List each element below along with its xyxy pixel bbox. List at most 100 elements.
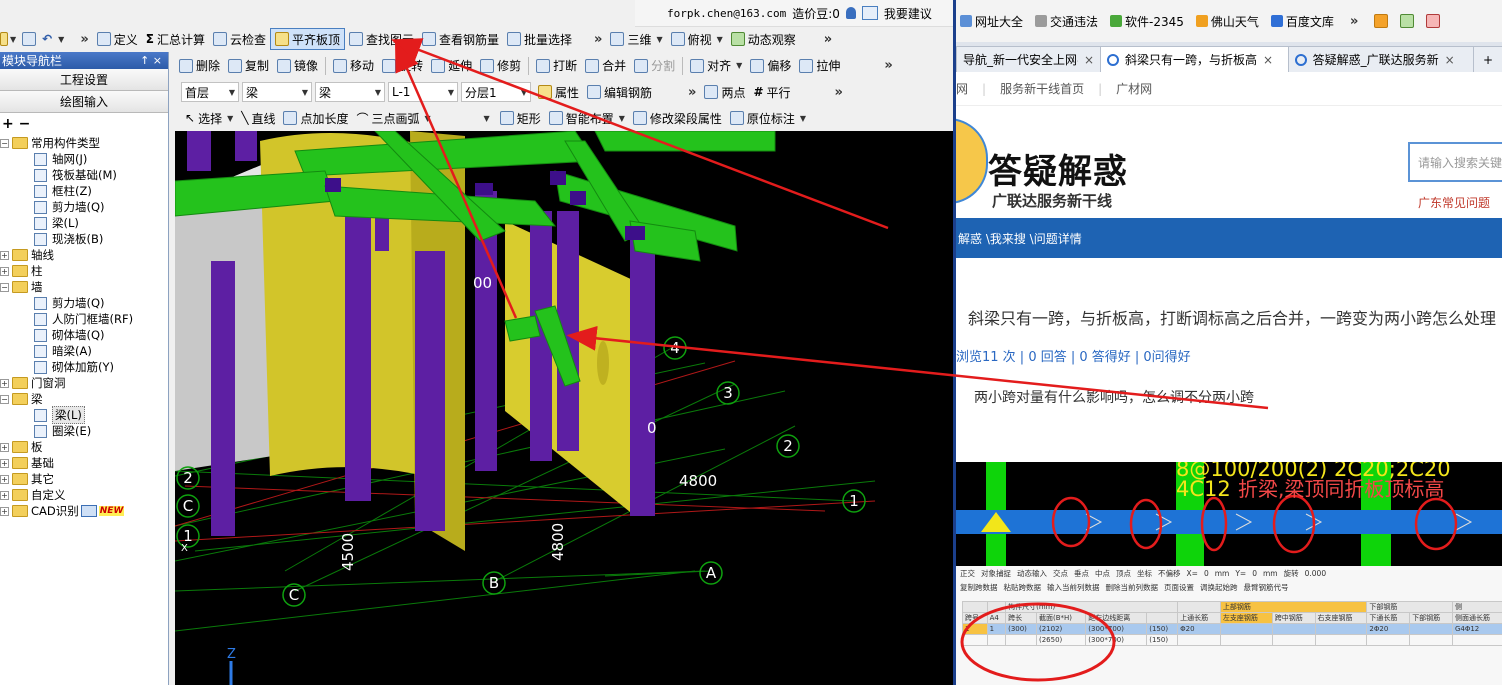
modify-beam-segment-button[interactable]: 修改梁段属性 bbox=[629, 107, 726, 129]
tree-group-axis[interactable]: + 轴线 bbox=[0, 247, 168, 263]
bookmark-item[interactable]: 交通违法 bbox=[1035, 13, 1098, 30]
layer-select[interactable]: 分层1 ▼ bbox=[461, 82, 531, 102]
tree-group-cad[interactable]: + CAD识别 NEW bbox=[0, 503, 168, 519]
view-rebar-button[interactable]: 查看钢筋量 bbox=[418, 28, 503, 50]
apps-icon[interactable] bbox=[1374, 14, 1389, 28]
more-chevron-icon[interactable]: » bbox=[684, 85, 700, 100]
bookmark-item[interactable]: 网址大全 bbox=[960, 13, 1023, 30]
break-button[interactable]: 打断 bbox=[532, 55, 581, 77]
tree-group-column[interactable]: + 柱 bbox=[0, 263, 168, 279]
reader-icon[interactable] bbox=[1400, 14, 1415, 28]
tree-group-slab[interactable]: + 板 bbox=[0, 439, 168, 455]
tree-item[interactable]: 筏板基础(M) bbox=[0, 167, 168, 183]
tree-item[interactable]: 剪力墙(Q) bbox=[0, 199, 168, 215]
stretch-button[interactable]: 拉伸 bbox=[795, 55, 844, 77]
line-button[interactable]: ╲ 直线 bbox=[237, 107, 279, 129]
tree-item-selected[interactable]: 梁(L) bbox=[0, 406, 168, 424]
site-nav-link[interactable]: 网 bbox=[956, 80, 968, 97]
type-select[interactable]: 梁 ▼ bbox=[315, 82, 385, 102]
component-select[interactable]: L-1 ▼ bbox=[388, 82, 458, 102]
site-logo-title[interactable]: 答疑解惑 bbox=[988, 144, 1128, 193]
site-nav-link[interactable]: 广材网 bbox=[1116, 80, 1152, 97]
rectangle-button[interactable]: 矩形 bbox=[496, 107, 545, 129]
tree-group-door[interactable]: + 门窗洞 bbox=[0, 375, 168, 391]
more-chevron-icon[interactable]: » bbox=[831, 85, 847, 100]
more-chevron-icon[interactable]: » bbox=[820, 32, 836, 47]
bookmark-item[interactable]: 百度文库 bbox=[1270, 13, 1334, 30]
open-folder-icon[interactable] bbox=[0, 32, 8, 46]
arc-option-select[interactable]: ▼ bbox=[435, 108, 493, 128]
tree-item[interactable]: 砌体加筋(Y) bbox=[0, 359, 168, 375]
new-tab-button[interactable]: + bbox=[1473, 46, 1502, 72]
smart-layout-dropdown[interactable]: 智能布置 ▼ bbox=[545, 107, 629, 129]
search-input[interactable]: 请输入搜索关键 bbox=[1408, 142, 1502, 182]
more-chevron-icon[interactable]: » bbox=[590, 32, 606, 47]
tree-group-common[interactable]: − 常用构件类型 bbox=[0, 135, 168, 151]
suggest-button[interactable]: 我要建议 bbox=[884, 5, 932, 22]
find-element-button[interactable]: 查找图元 bbox=[345, 28, 418, 50]
tree-item[interactable]: 现浇板(B) bbox=[0, 231, 168, 247]
cloud-check-button[interactable]: 云检查 bbox=[209, 28, 270, 50]
site-nav-link[interactable]: 服务新干线首页 bbox=[1000, 80, 1084, 97]
parallel-button[interactable]: # 平行 bbox=[749, 81, 794, 103]
merge-button[interactable]: 合并 bbox=[581, 55, 630, 77]
batch-select-button[interactable]: 批量选择 bbox=[503, 28, 576, 50]
tree-item[interactable]: 砌体墙(Q) bbox=[0, 327, 168, 343]
tree-group-foundation[interactable]: + 基础 bbox=[0, 455, 168, 471]
properties-button[interactable]: 属性 bbox=[534, 81, 583, 103]
point-length-button[interactable]: 点加长度 bbox=[279, 107, 352, 129]
rotate-button[interactable]: 旋转 bbox=[378, 55, 427, 77]
tree-item[interactable]: 轴网(J) bbox=[0, 151, 168, 167]
account-email[interactable]: forpk.chen@163.com bbox=[667, 7, 786, 20]
close-tab-icon[interactable]: × bbox=[1084, 53, 1094, 67]
3d-viewport[interactable]: 1 2 3 4 A B C C 2 1 4800 4500 4800 00 0 … bbox=[175, 131, 953, 685]
summary-calc-button[interactable]: Σ 汇总计算 bbox=[142, 28, 209, 50]
tree-group-beam[interactable]: − 梁 bbox=[0, 391, 168, 407]
category-select[interactable]: 梁 ▼ bbox=[242, 82, 312, 102]
tree-expand-collapse-buttons[interactable]: + − bbox=[0, 113, 168, 135]
close-tab-icon[interactable]: × bbox=[1445, 53, 1455, 67]
3d-view-dropdown[interactable]: 三维 ▼ bbox=[606, 28, 666, 50]
delete-button[interactable]: 删除 bbox=[175, 55, 224, 77]
more-chevron-icon[interactable]: » bbox=[76, 32, 92, 47]
regional-faq-link[interactable]: 广东常见问题 bbox=[1418, 194, 1490, 211]
price-bean-label[interactable]: 造价豆:0 bbox=[792, 5, 840, 22]
pin-close-icons[interactable]: ↑ × bbox=[140, 54, 168, 67]
bell-icon[interactable] bbox=[845, 7, 856, 19]
tree-item[interactable]: 圈梁(E) bbox=[0, 423, 168, 439]
align-slab-top-button[interactable]: 平齐板顶 bbox=[269, 28, 345, 50]
tree-item[interactable]: 暗梁(A) bbox=[0, 343, 168, 359]
copy-button[interactable]: 复制 bbox=[224, 55, 273, 77]
tree-group-custom[interactable]: + 自定义 bbox=[0, 487, 168, 503]
drawing-input-button[interactable]: 绘图输入 bbox=[0, 91, 168, 113]
mirror-button[interactable]: 镜像 bbox=[273, 55, 322, 77]
align-dropdown[interactable]: 对齐 ▼ bbox=[686, 55, 746, 77]
adblock-icon[interactable] bbox=[1426, 14, 1441, 28]
tree-item[interactable]: 框柱(Z) bbox=[0, 183, 168, 199]
split-button[interactable]: 分割 bbox=[630, 55, 679, 77]
project-settings-button[interactable]: 工程设置 bbox=[0, 69, 168, 91]
save-icon[interactable] bbox=[22, 32, 37, 46]
trim-button[interactable]: 修剪 bbox=[476, 55, 525, 77]
extend-button[interactable]: 延伸 bbox=[427, 55, 476, 77]
top-view-dropdown[interactable]: 俯视 ▼ bbox=[667, 28, 727, 50]
tab-navigation[interactable]: 导航_新一代安全上网导 × bbox=[956, 46, 1101, 72]
close-tab-icon[interactable]: × bbox=[1263, 53, 1273, 67]
chevron-down-icon[interactable]: ▼ bbox=[58, 35, 64, 44]
tree-group-other[interactable]: + 其它 bbox=[0, 471, 168, 487]
chevron-down-icon[interactable]: ▼ bbox=[10, 35, 16, 44]
move-button[interactable]: 移动 bbox=[329, 55, 378, 77]
dynamic-orbit-button[interactable]: 动态观察 bbox=[727, 28, 800, 50]
bookmark-item[interactable]: 软件-2345 bbox=[1110, 13, 1184, 30]
define-button[interactable]: 定义 bbox=[93, 28, 142, 50]
three-point-arc-dropdown[interactable]: ⌒ 三点画弧 ▼ bbox=[353, 107, 435, 129]
tab-question[interactable]: 斜梁只有一跨，与折板高 × bbox=[1100, 46, 1289, 72]
tree-item[interactable]: 剪力墙(Q) bbox=[0, 295, 168, 311]
offset-button[interactable]: 偏移 bbox=[746, 55, 795, 77]
bookmark-item[interactable]: 佛山天气 bbox=[1195, 13, 1259, 30]
suggest-icon[interactable] bbox=[861, 6, 878, 20]
select-dropdown[interactable]: ↖ 选择 ▼ bbox=[181, 107, 237, 129]
tree-item[interactable]: 梁(L) bbox=[0, 215, 168, 231]
breadcrumb[interactable]: 解惑 \我来搜 \问题详情 bbox=[956, 218, 1502, 258]
tree-group-wall[interactable]: − 墙 bbox=[0, 279, 168, 295]
